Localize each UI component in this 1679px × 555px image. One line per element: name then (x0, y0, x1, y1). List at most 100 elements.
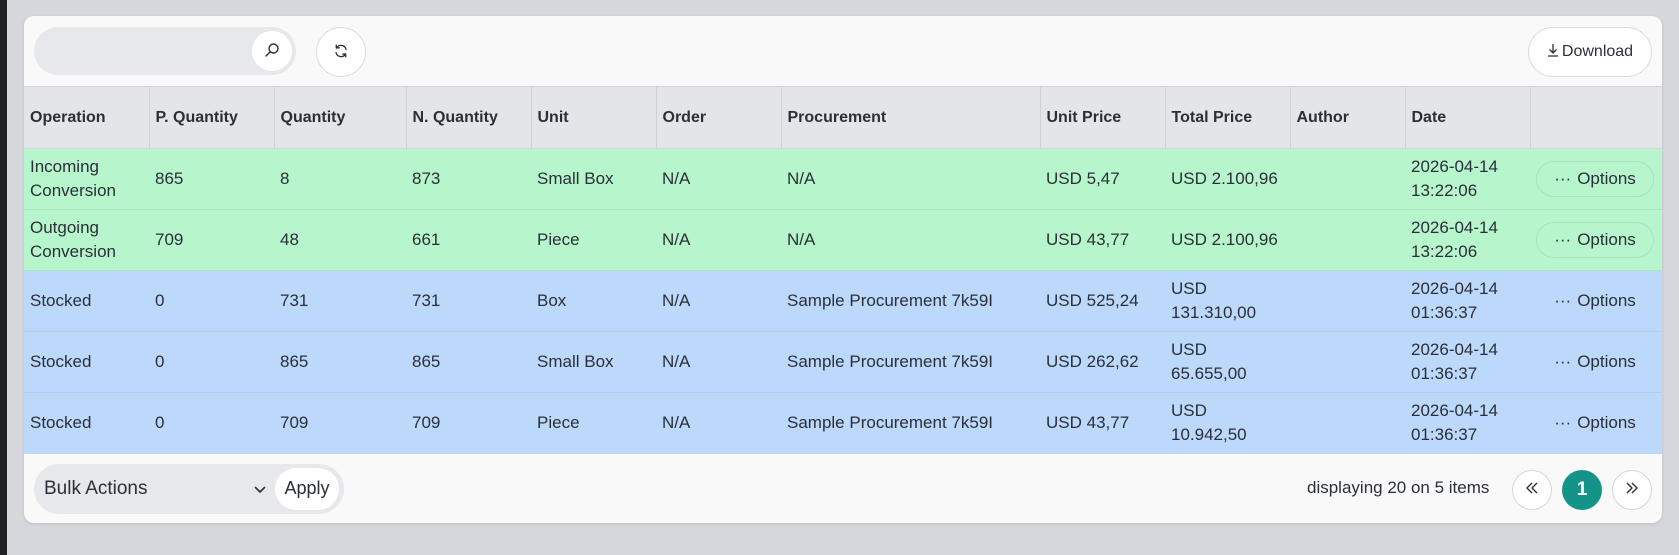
cell-n-quantity: 709 (406, 392, 531, 454)
cell-order: N/A (656, 209, 781, 271)
options-button[interactable]: ··· Options (1536, 344, 1654, 380)
cell-p-quantity: 0 (149, 331, 274, 393)
cell-n-quantity: 873 (406, 148, 531, 210)
header-author[interactable]: Author (1290, 86, 1406, 149)
toolbar: Download (24, 16, 1662, 86)
cell-options: ··· Options (1530, 148, 1662, 210)
chevron-down-icon (254, 481, 266, 499)
more-dots-icon: ··· (1554, 230, 1572, 249)
cell-unit-price: USD 525,24 (1040, 270, 1165, 332)
header-options (1530, 86, 1662, 149)
table-row: Stocked 0 731 731 Box N/A Sample Procure… (24, 270, 1662, 332)
cell-unit-price: USD 43,77 (1040, 392, 1165, 454)
cell-quantity: 709 (274, 392, 406, 454)
cell-quantity: 865 (274, 331, 406, 393)
cell-unit-price: USD 43,77 (1040, 209, 1165, 271)
table-row: Stocked 0 865 865 Small Box N/A Sample P… (24, 331, 1662, 393)
cell-total-price: USD 2.100,96 (1165, 209, 1290, 271)
cell-options: ··· Options (1530, 209, 1662, 271)
next-page-button[interactable] (1612, 469, 1652, 510)
cell-options: ··· Options (1530, 270, 1662, 332)
cell-author (1290, 148, 1405, 210)
more-dots-icon: ··· (1554, 169, 1572, 188)
table-footer: Bulk Actions Apply displaying 20 on 5 it… (24, 454, 1662, 524)
options-label: Options (1577, 352, 1636, 371)
cell-author (1290, 270, 1405, 332)
search-icon (264, 42, 280, 61)
header-procurement[interactable]: Procurement (781, 86, 1041, 149)
cell-date: 2026-04-14 01:36:37 (1405, 270, 1530, 332)
cell-n-quantity: 661 (406, 209, 531, 271)
search-input[interactable] (50, 35, 240, 67)
options-button[interactable]: ··· Options (1536, 161, 1654, 197)
bulk-actions-group: Bulk Actions Apply (34, 463, 344, 514)
cell-total-price: USD 65.655,00 (1165, 331, 1290, 393)
refresh-button[interactable] (316, 27, 366, 77)
cell-procurement: Sample Procurement 7k59I (781, 392, 1040, 454)
options-button[interactable]: ··· Options (1536, 405, 1654, 441)
double-chevron-left-icon (1525, 481, 1539, 498)
cell-n-quantity: 865 (406, 331, 531, 393)
cell-order: N/A (656, 331, 781, 393)
options-label: Options (1577, 230, 1636, 249)
cell-operation: Stocked (24, 331, 149, 393)
cell-total-price: USD 2.100,96 (1165, 148, 1290, 210)
header-order[interactable]: Order (656, 86, 782, 149)
cell-unit-price: USD 5,47 (1040, 148, 1165, 210)
header-operation[interactable]: Operation (24, 86, 150, 149)
cell-options: ··· Options (1530, 331, 1662, 393)
download-icon (1547, 43, 1559, 62)
cell-options: ··· Options (1530, 392, 1662, 454)
options-button[interactable]: ··· Options (1536, 283, 1654, 319)
download-label: Download (1561, 43, 1634, 60)
double-chevron-right-icon (1625, 481, 1639, 498)
cell-author (1290, 392, 1405, 454)
cell-unit: Piece (531, 209, 656, 271)
download-button[interactable]: Download (1528, 27, 1652, 77)
options-label: Options (1577, 413, 1636, 433)
cell-order: N/A (656, 148, 781, 210)
cell-date: 2026-04-14 01:36:37 (1405, 392, 1530, 454)
header-date[interactable]: Date (1405, 86, 1531, 149)
cell-n-quantity: 731 (406, 270, 531, 332)
cell-operation: Stocked (24, 392, 149, 454)
cell-p-quantity: 709 (149, 209, 274, 271)
cell-total-price: USD 131.310,00 (1165, 270, 1290, 332)
cell-quantity: 731 (274, 270, 406, 332)
cell-operation: Stocked (24, 270, 149, 332)
cell-procurement: N/A (781, 209, 1040, 271)
header-unit[interactable]: Unit (531, 86, 657, 149)
options-label: Options (1577, 291, 1636, 310)
cell-author (1290, 331, 1405, 393)
cell-p-quantity: 0 (149, 392, 274, 454)
cell-operation: Incoming Conversion (24, 148, 149, 210)
cell-quantity: 8 (274, 148, 406, 210)
cell-procurement: Sample Procurement 7k59I (781, 331, 1040, 393)
header-n-quantity[interactable]: N. Quantity (406, 86, 532, 149)
options-button[interactable]: ··· Options (1536, 222, 1654, 258)
search-button[interactable] (252, 31, 292, 71)
table-header-row: Operation P. Quantity Quantity N. Quanti… (24, 86, 1662, 149)
apply-button[interactable]: Apply (275, 467, 339, 510)
page-1-button[interactable]: 1 (1562, 469, 1602, 510)
cell-author (1290, 209, 1405, 271)
header-total-price[interactable]: Total Price (1165, 86, 1291, 149)
cell-unit: Small Box (531, 148, 656, 210)
options-label: Options (1577, 169, 1636, 188)
cell-unit: Small Box (531, 331, 656, 393)
header-unit-price[interactable]: Unit Price (1040, 86, 1166, 149)
more-dots-icon: ··· (1554, 291, 1572, 310)
cell-quantity: 48 (274, 209, 406, 271)
cell-operation: Outgoing Conversion (24, 209, 149, 271)
cell-order: N/A (656, 270, 781, 332)
cell-unit: Box (531, 270, 656, 332)
previous-page-button[interactable] (1512, 469, 1552, 510)
header-quantity[interactable]: Quantity (274, 86, 407, 149)
cell-p-quantity: 865 (149, 148, 274, 210)
inventory-card: Download Operation P. Quantity Quantity … (24, 16, 1662, 523)
left-edge-bar (0, 0, 7, 555)
bulk-actions-select[interactable]: Bulk Actions (44, 473, 264, 505)
header-p-quantity[interactable]: P. Quantity (149, 86, 275, 149)
cell-total-price: USD 10.942,50 (1165, 392, 1290, 454)
more-dots-icon: ··· (1554, 352, 1572, 371)
